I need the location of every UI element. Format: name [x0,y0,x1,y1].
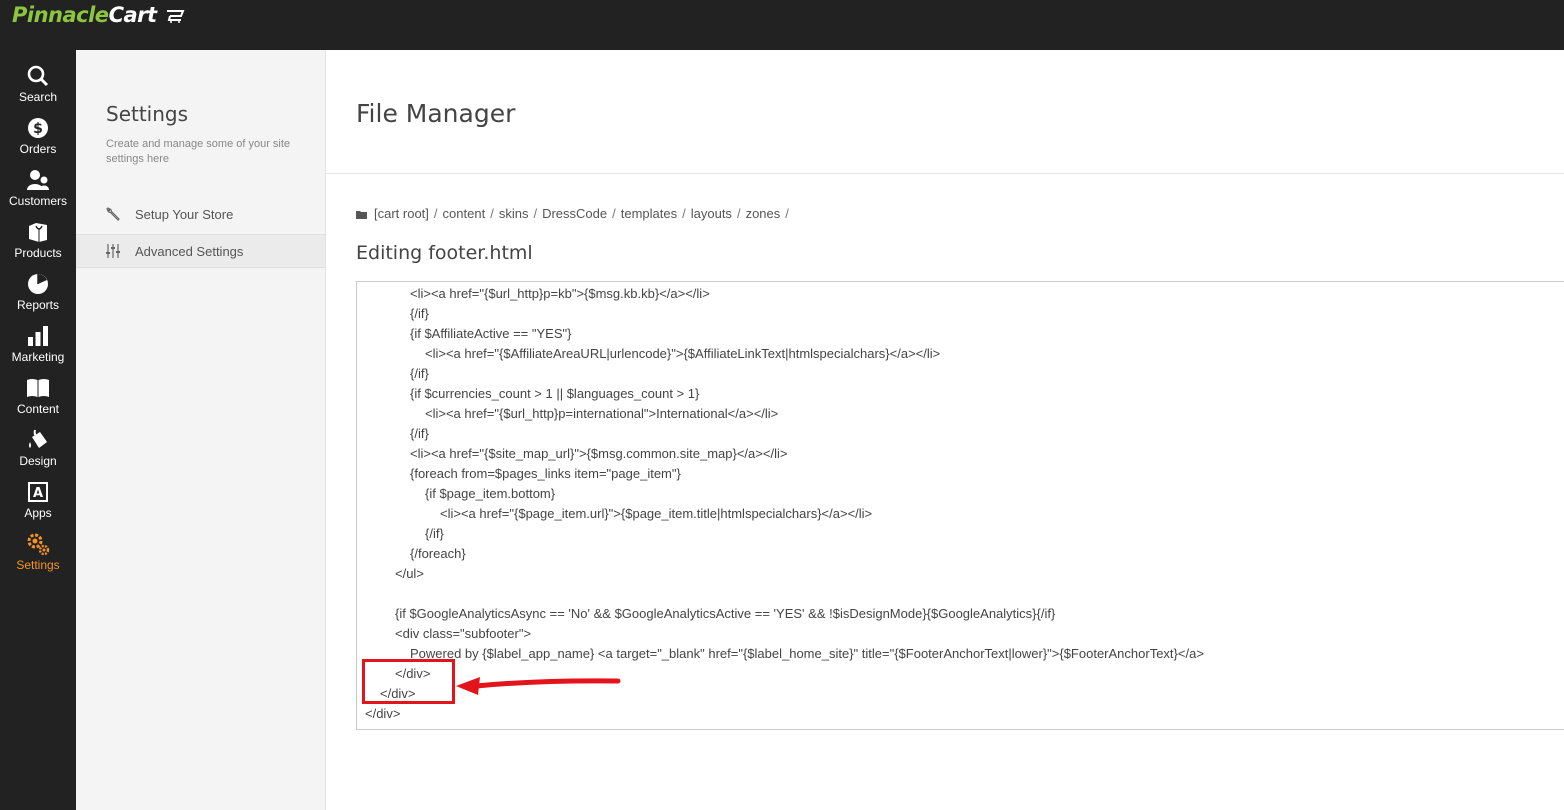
nav-label-reports: Reports [16,298,60,312]
subnav-item-label: Setup Your Store [135,207,234,222]
pie-chart-icon [28,274,48,294]
gears-icon [27,533,50,556]
code-line: <li><a href="{$url_http}p=international"… [425,406,779,421]
dollar-icon: $ [28,118,48,138]
code-line: </ul> [395,566,424,581]
subnav-description: Create and manage some of your site sett… [106,138,291,165]
code-line: {/if} [410,306,429,321]
nav-orders[interactable]: $ Orders [0,116,76,168]
nav-marketing[interactable]: Marketing [0,324,76,376]
settings-subnav: Settings Create and manage some of your … [76,50,326,810]
apps-icon: A [28,482,48,502]
nav-search[interactable]: Search [0,64,76,116]
subnav-title: Settings [106,102,189,126]
breadcrumb-separator: / [785,206,789,221]
code-line: {if $currencies_count > 1 || $languages_… [410,386,700,401]
code-line: <div class="subfooter"> [395,626,532,641]
code-line: <li><a href="{$url_http}p=kb">{$msg.kb.k… [410,286,710,301]
breadcrumb-item-dresscode[interactable]: DressCode [542,206,607,221]
breadcrumb-item-cart-root[interactable]: [cart root] [374,206,429,221]
logo-text-pinnacle: Pinnacle [12,3,109,27]
breadcrumb-separator: / [682,206,686,221]
box-icon [29,223,47,242]
breadcrumb-separator: / [612,206,616,221]
top-bar: PinnacleCart [0,0,1564,50]
subnav-item-setup-your-store[interactable]: Setup Your Store [76,198,325,232]
svg-text:$: $ [33,121,43,137]
paint-bucket-icon [29,429,47,448]
pinnaclecart-logo[interactable]: PinnacleCart [12,3,185,27]
breadcrumb-item-content[interactable]: content [443,206,486,221]
nav-label-settings: Settings [16,558,60,572]
breadcrumb-separator: / [490,206,494,221]
nav-label-marketing: Marketing [11,350,65,364]
svg-text:A: A [33,486,43,501]
breadcrumb-item-layouts[interactable]: layouts [691,206,732,221]
sliders-icon [106,244,120,258]
nav-label-customers: Customers [8,194,67,208]
wrench-icon [106,207,120,221]
nav-settings[interactable]: Settings [0,532,76,584]
code-line: {/if} [410,366,429,381]
main-sidebar: Search $ Orders Customers Products Repor… [0,50,76,810]
highlight-box-annotation [362,659,455,704]
users-icon [27,170,49,190]
nav-design[interactable]: Design [0,428,76,480]
search-icon [27,65,49,87]
logo-text-cart: Cart [108,3,157,27]
nav-apps[interactable]: A Apps [0,480,76,532]
code-editor[interactable]: <li><a href="{$url_http}p=kb">{$msg.kb.k… [356,281,1564,730]
breadcrumb-separator: / [533,206,538,221]
code-line: {if $GoogleAnalyticsAsync == 'No' && $Go… [395,606,1056,621]
nav-label-content: Content [16,402,60,416]
nav-content[interactable]: Content [0,376,76,428]
code-line: </div> [365,706,401,721]
code-line: {if $AffiliateActive == "YES"} [410,326,572,341]
code-line: <li><a href="{$page_item.url}">{$page_it… [440,506,873,521]
nav-label-orders: Orders [19,142,57,156]
code-line: {/foreach} [410,546,466,561]
editing-file-title: Editing footer.html [356,242,533,264]
breadcrumb-item-skins[interactable]: skins [499,206,529,221]
header-divider [326,173,1564,174]
code-line: {/if} [410,426,429,441]
subnav-item-advanced-settings[interactable]: Advanced Settings [76,234,325,268]
folder-icon [356,211,367,219]
subnav-item-label: Advanced Settings [135,244,244,259]
book-icon [27,379,49,397]
page-title: File Manager [356,99,516,128]
breadcrumb-item-zones[interactable]: zones [746,206,781,221]
code-line: <li><a href="{$AffiliateAreaURL|urlencod… [425,346,941,361]
code-line: {foreach from=$pages_links item="page_it… [410,466,681,481]
nav-label-apps: Apps [24,506,52,520]
cart-logo-icon [167,10,185,23]
code-line: Powered by {$label_app_name} <a target="… [410,646,1204,661]
breadcrumb-separator: / [433,206,438,221]
red-arrow-icon [456,677,621,695]
breadcrumb-separator: / [736,206,741,221]
code-line: {/if} [425,526,444,541]
breadcrumb-item-templates[interactable]: templates [621,206,677,221]
nav-reports[interactable]: Reports [0,272,76,324]
code-line: {if $page_item.bottom} [425,486,556,501]
nav-label-design: Design [19,454,57,468]
bar-chart-icon [28,326,48,346]
code-line: <li><a href="{$site_map_url}">{$msg.comm… [410,446,788,461]
nav-label-products: Products [14,246,62,260]
nav-products[interactable]: Products [0,220,76,272]
breadcrumb: [cart root] / content / skins / DressCode / temp… [356,206,794,221]
nav-customers[interactable]: Customers [0,168,76,220]
nav-label-search: Search [18,90,58,104]
